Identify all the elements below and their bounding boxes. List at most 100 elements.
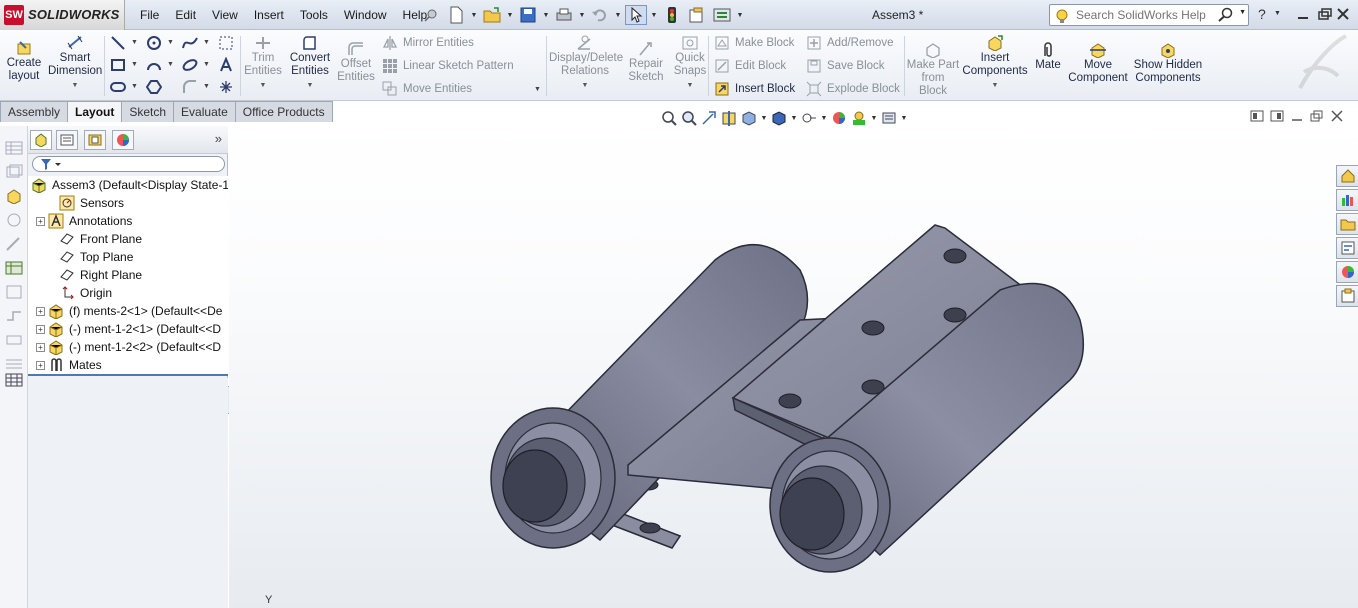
mate-button[interactable]: Mate [1030, 42, 1066, 72]
slot-icon[interactable] [109, 78, 127, 96]
menu-insert[interactable]: Insert [246, 0, 292, 30]
insert-components-dropdown-icon[interactable]: ▼ [962, 79, 1028, 92]
convert-dropdown-icon[interactable]: ▼ [286, 79, 334, 92]
solidworks-resources-icon[interactable] [1336, 165, 1358, 187]
sketch-tool-icon[interactable] [5, 236, 23, 252]
expand-icon[interactable]: + [36, 324, 45, 334]
ellipse-dropdown-icon[interactable]: ▼ [203, 61, 210, 68]
mirror-entities-button[interactable]: Mirror Entities [382, 35, 474, 51]
offset-entities-button[interactable]: Offset Entities [336, 41, 376, 84]
move-component-button[interactable]: Move Component [1068, 42, 1128, 85]
linear-sketch-pattern-button[interactable]: Linear Sketch Pattern [382, 58, 514, 74]
spline-dropdown-icon[interactable]: ▼ [203, 39, 210, 46]
tree-item-mates[interactable]: + Mates [28, 356, 228, 374]
viewport-minimize-icon[interactable] [1290, 110, 1304, 122]
slot-dropdown-icon[interactable]: ▼ [131, 83, 138, 90]
tree-item-component-3[interactable]: + (-) ment-1-2<2> (Default<<D [28, 338, 228, 356]
mesh-icon[interactable] [5, 356, 23, 372]
assembly-tool-icon[interactable] [5, 188, 23, 204]
relations-dropdown-icon[interactable]: ▼ [549, 79, 621, 92]
make-block-button[interactable]: Make Block [714, 35, 794, 51]
repair-sketch-button[interactable]: Repair Sketch [626, 41, 666, 84]
open-dropdown-icon[interactable]: ▼ [506, 12, 514, 19]
display-style-icon[interactable] [770, 109, 788, 127]
spline-icon[interactable] [181, 34, 199, 52]
help-icon[interactable]: ? [1258, 6, 1266, 22]
options-dropdown-icon[interactable]: ▼ [736, 12, 744, 19]
appearances-scenes-icon[interactable] [1336, 261, 1358, 283]
tab-assembly[interactable]: Assembly [0, 101, 69, 122]
configuration-manager-tab-icon[interactable] [84, 130, 106, 150]
tree-item-component-2[interactable]: + (-) ment-1-2<1> (Default<<D [28, 320, 228, 338]
menu-tools[interactable]: Tools [292, 0, 336, 30]
quick-snaps-dropdown-icon[interactable]: ▼ [670, 79, 710, 92]
arc-dropdown-icon[interactable]: ▼ [167, 61, 174, 68]
custom-properties-icon[interactable] [1336, 285, 1358, 307]
display-manager-tab-icon[interactable] [112, 130, 134, 150]
tree-item-component-1[interactable]: + (f) ments-2<1> (Default<<De [28, 302, 228, 320]
help-dropdown-icon[interactable]: ▼ [1274, 10, 1281, 17]
property-manager-tab-icon[interactable] [56, 130, 78, 150]
tree-item-origin[interactable]: Origin [28, 284, 228, 302]
view-orientation-dropdown-icon[interactable]: ▼ [760, 115, 768, 122]
zoom-to-fit-icon[interactable] [660, 109, 678, 127]
open-folder-icon[interactable] [481, 5, 503, 25]
menu-file[interactable]: File [132, 0, 167, 30]
search-dropdown-icon[interactable]: ▼ [1239, 9, 1246, 16]
circle-icon[interactable] [145, 34, 163, 52]
insert-block-button[interactable]: Insert Block [714, 81, 795, 97]
trim-entities-button[interactable]: Trim Entities ▼ [242, 35, 284, 92]
menu-window[interactable]: Window [336, 0, 395, 30]
viewport-tile-left-icon[interactable] [1250, 110, 1264, 122]
line-dropdown-icon[interactable]: ▼ [131, 39, 138, 46]
quick-snaps-button[interactable]: Quick Snaps ▼ [670, 35, 710, 92]
expand-icon[interactable]: + [36, 306, 45, 316]
file-properties-icon[interactable] [686, 5, 708, 25]
explode-block-button[interactable]: Explode Block [806, 81, 900, 97]
pin-icon[interactable] [420, 5, 442, 25]
text-icon[interactable] [217, 56, 235, 74]
tree-item-top-plane[interactable]: Top Plane [28, 248, 228, 266]
circle-dropdown-icon[interactable]: ▼ [167, 39, 174, 46]
convert-entities-button[interactable]: Convert Entities ▼ [286, 35, 334, 92]
apply-scene-dropdown-icon[interactable]: ▼ [870, 115, 878, 122]
smart-dimension-button[interactable]: Smart Dimension ▼ [48, 35, 102, 92]
view-settings-icon[interactable] [880, 109, 898, 127]
viewport-close-icon[interactable] [1330, 110, 1344, 122]
save-icon[interactable] [517, 5, 539, 25]
smart-dimension-dropdown-icon[interactable]: ▼ [48, 79, 102, 92]
view-orientation-icon[interactable] [740, 109, 758, 127]
add-remove-button[interactable]: Add/Remove [806, 35, 893, 51]
previous-view-icon[interactable] [700, 109, 718, 127]
tree-item-annotations[interactable]: + Annotations [28, 212, 228, 230]
viewport-tile-right-icon[interactable] [1270, 110, 1284, 122]
spreadsheet-icon[interactable] [5, 260, 23, 276]
insert-components-button[interactable]: Insert Components ▼ [962, 35, 1028, 92]
feature-tree-tab-icon[interactable] [30, 130, 52, 150]
feature-filter[interactable] [32, 156, 225, 172]
line-icon[interactable] [109, 34, 127, 52]
tab-office-products[interactable]: Office Products [234, 101, 333, 122]
print-icon[interactable] [553, 5, 575, 25]
select-dropdown-icon[interactable]: ▼ [650, 12, 658, 19]
display-delete-relations-button[interactable]: Display/Delete Relations ▼ [549, 35, 623, 92]
rectangle-dropdown-icon[interactable]: ▼ [131, 61, 138, 68]
construction-geometry-icon[interactable] [217, 34, 235, 52]
viewport-restore-icon[interactable] [1310, 110, 1324, 122]
move-entities-button[interactable]: Move Entities [382, 81, 472, 97]
apply-scene-icon[interactable] [850, 109, 868, 127]
tree-item-sensors[interactable]: Sensors [28, 194, 228, 212]
layer-icon[interactable] [5, 164, 23, 180]
edit-appearance-icon[interactable] [830, 109, 848, 127]
design-library-icon[interactable] [1336, 189, 1358, 211]
expand-panel-icon[interactable]: » [215, 131, 222, 146]
menu-view[interactable]: View [204, 0, 246, 30]
sketch-tools-dropdown-icon[interactable]: ▼ [534, 86, 541, 93]
select-arrow-icon[interactable] [625, 5, 647, 25]
create-layout-button[interactable]: Create layout [4, 40, 44, 83]
hinge-assembly-model[interactable] [229, 122, 1358, 608]
minimize-icon[interactable] [1294, 6, 1312, 22]
undo-icon[interactable] [589, 5, 611, 25]
save-dropdown-icon[interactable]: ▼ [542, 12, 550, 19]
edit-block-button[interactable]: Edit Block [714, 58, 786, 74]
